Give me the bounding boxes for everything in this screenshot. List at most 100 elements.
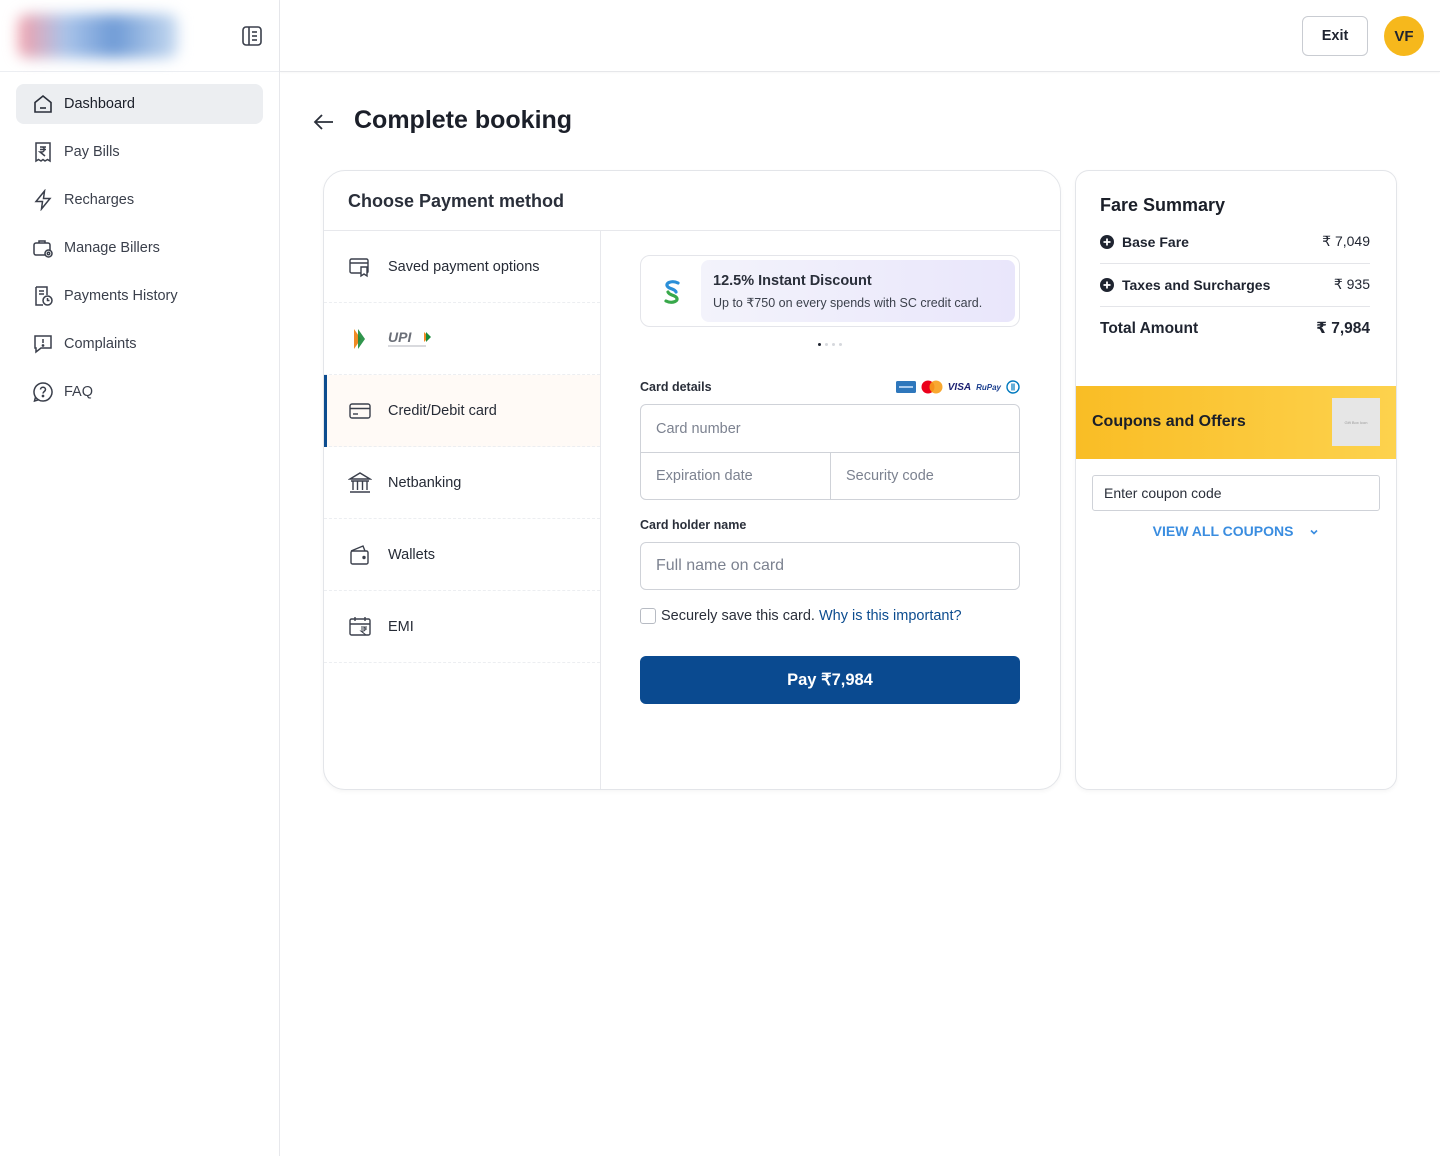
question-icon bbox=[33, 382, 53, 403]
method-label: Wallets bbox=[388, 546, 435, 563]
fare-label: Base Fare bbox=[1100, 234, 1189, 250]
pay-button[interactable]: Pay ₹7,984 bbox=[640, 656, 1020, 704]
fare-label-text: Base Fare bbox=[1122, 233, 1189, 250]
rupay-logo-icon: RuPay bbox=[976, 382, 1001, 392]
plus-circle-icon[interactable] bbox=[1100, 234, 1114, 249]
sidebar-item-label: Manage Billers bbox=[64, 240, 160, 256]
emi-calendar-icon bbox=[349, 616, 371, 636]
saved-card-icon bbox=[349, 257, 369, 277]
back-arrow-icon[interactable] bbox=[312, 110, 336, 134]
gift-box-icon: Gift Box Icon bbox=[1332, 398, 1380, 446]
method-label: Netbanking bbox=[388, 474, 462, 491]
security-cell bbox=[830, 453, 1019, 499]
offer-subtitle: Up to ₹750 on every spends with SC credi… bbox=[713, 296, 983, 310]
card-brand-logos: VISA RuPay bbox=[895, 380, 1020, 394]
card-details-label: Card details bbox=[640, 380, 712, 394]
view-all-coupons-link[interactable]: VIEW ALL COUPONS bbox=[1076, 523, 1396, 539]
carousel-dot[interactable] bbox=[825, 343, 828, 346]
exit-button[interactable]: Exit bbox=[1302, 16, 1368, 56]
fare-value: ₹ 935 bbox=[1333, 276, 1370, 292]
method-label: Saved payment options bbox=[388, 258, 540, 275]
card-holder-field bbox=[640, 542, 1020, 590]
method-label: Credit/Debit card bbox=[388, 402, 497, 419]
home-icon bbox=[34, 94, 52, 113]
mastercard-logo-icon bbox=[921, 380, 943, 394]
sidebar-item-payments-history[interactable]: Payments History bbox=[16, 276, 263, 316]
carousel-dot[interactable] bbox=[832, 343, 835, 346]
sidebar-item-label: Complaints bbox=[64, 336, 137, 352]
plus-circle-icon[interactable] bbox=[1100, 277, 1114, 292]
card-payment-form: 12.5% Instant Discount Up to ₹750 on eve… bbox=[640, 255, 1020, 704]
method-netbanking[interactable]: Netbanking bbox=[324, 447, 600, 519]
gift-box-alt-text: Gift Box Icon bbox=[1344, 419, 1368, 425]
sidebar-item-pay-bills[interactable]: Pay Bills bbox=[16, 132, 263, 172]
save-card-checkbox[interactable] bbox=[640, 608, 656, 624]
method-saved-payment-options[interactable]: Saved payment options bbox=[324, 231, 600, 303]
card-icon bbox=[349, 402, 371, 419]
fare-summary-title: Fare Summary bbox=[1100, 195, 1226, 215]
sidebar-item-label: Dashboard bbox=[64, 96, 135, 112]
payment-method-card: Choose Payment method Saved payment opti… bbox=[323, 170, 1061, 790]
sidebar-item-label: Payments History bbox=[64, 288, 178, 304]
coupon-code-input[interactable] bbox=[1092, 475, 1380, 511]
amex-logo-icon bbox=[895, 381, 916, 393]
top-header: Exit VF bbox=[280, 0, 1440, 72]
why-important-link[interactable]: Why is this important? bbox=[819, 608, 962, 624]
method-upi[interactable]: UPI bbox=[324, 303, 600, 375]
wallet-icon bbox=[350, 544, 369, 565]
offer-title: 12.5% Instant Discount bbox=[713, 273, 872, 289]
sidebar-collapse-icon[interactable] bbox=[241, 25, 263, 47]
coupons-banner: Coupons and Offers Gift Box Icon bbox=[1076, 386, 1396, 459]
carousel-dot[interactable] bbox=[818, 343, 821, 346]
save-card-label: Securely save this card. bbox=[661, 608, 815, 624]
carousel-dot[interactable] bbox=[839, 343, 842, 346]
svg-text:UPI: UPI bbox=[388, 329, 412, 345]
avatar[interactable]: VF bbox=[1384, 16, 1424, 56]
card-details-box bbox=[640, 404, 1020, 500]
lightning-icon bbox=[34, 189, 52, 211]
fare-summary-card: Fare Summary Base Fare ₹ 7,049 Taxes and… bbox=[1075, 170, 1397, 790]
expiry-cell bbox=[641, 453, 830, 499]
fare-divider bbox=[1100, 263, 1370, 264]
security-code-input[interactable] bbox=[831, 453, 1019, 499]
diners-club-logo-icon bbox=[1006, 380, 1020, 394]
method-wallets[interactable]: Wallets bbox=[324, 519, 600, 591]
sidebar-item-dashboard[interactable]: Dashboard bbox=[16, 84, 263, 124]
sidebar-item-recharges[interactable]: Recharges bbox=[16, 180, 263, 220]
sidebar-nav: Dashboard Pay Bills Recharges Manage Bil… bbox=[0, 72, 279, 432]
card-details-header: Card details VISA RuPay bbox=[640, 380, 1020, 394]
card-number-row bbox=[641, 405, 1019, 452]
history-document-icon bbox=[35, 286, 53, 306]
fare-label-text: Taxes and Surcharges bbox=[1122, 276, 1271, 293]
method-credit-debit-card[interactable]: Credit/Debit card bbox=[324, 375, 600, 447]
brand-logo[interactable] bbox=[18, 14, 178, 58]
sidebar-item-label: Recharges bbox=[64, 192, 135, 208]
payment-method-list: Saved payment options UPI Credit/Debit c… bbox=[324, 231, 601, 789]
offer-carousel-dots[interactable] bbox=[640, 343, 1020, 346]
sidebar-item-manage-billers[interactable]: Manage Billers bbox=[16, 228, 263, 268]
upi-wordmark-icon: UPI bbox=[388, 329, 431, 346]
upi-logo-icon bbox=[354, 328, 365, 349]
payment-method-heading: Choose Payment method bbox=[324, 171, 1060, 231]
coupons-title: Coupons and Offers bbox=[1092, 413, 1246, 430]
sidebar-item-faq[interactable]: FAQ bbox=[16, 372, 263, 412]
fare-row-base-fare: Base Fare ₹ 7,049 bbox=[1100, 233, 1370, 250]
card-expiry-cvv-row bbox=[641, 452, 1019, 499]
sidebar-item-complaints[interactable]: Complaints bbox=[16, 324, 263, 364]
card-holder-label: Card holder name bbox=[640, 518, 747, 532]
sidebar: Dashboard Pay Bills Recharges Manage Bil… bbox=[0, 0, 280, 1156]
total-value: ₹ 7,984 bbox=[1316, 320, 1370, 337]
briefcase-gear-icon bbox=[33, 240, 53, 258]
offer-banner[interactable]: 12.5% Instant Discount Up to ₹750 on eve… bbox=[640, 255, 1020, 327]
sidebar-item-label: FAQ bbox=[64, 384, 94, 400]
fare-row-taxes: Taxes and Surcharges ₹ 935 bbox=[1100, 276, 1370, 293]
fare-label: Taxes and Surcharges bbox=[1100, 277, 1270, 293]
standard-chartered-logo-icon bbox=[664, 280, 680, 304]
method-emi[interactable]: EMI bbox=[324, 591, 600, 663]
offer-content: 12.5% Instant Discount Up to ₹750 on eve… bbox=[701, 260, 1015, 322]
card-holder-name-input[interactable] bbox=[641, 543, 1019, 589]
bank-icon bbox=[348, 471, 372, 493]
card-number-input[interactable] bbox=[641, 405, 1019, 452]
expiration-date-input[interactable] bbox=[641, 453, 830, 499]
sidebar-item-label: Pay Bills bbox=[64, 144, 120, 160]
